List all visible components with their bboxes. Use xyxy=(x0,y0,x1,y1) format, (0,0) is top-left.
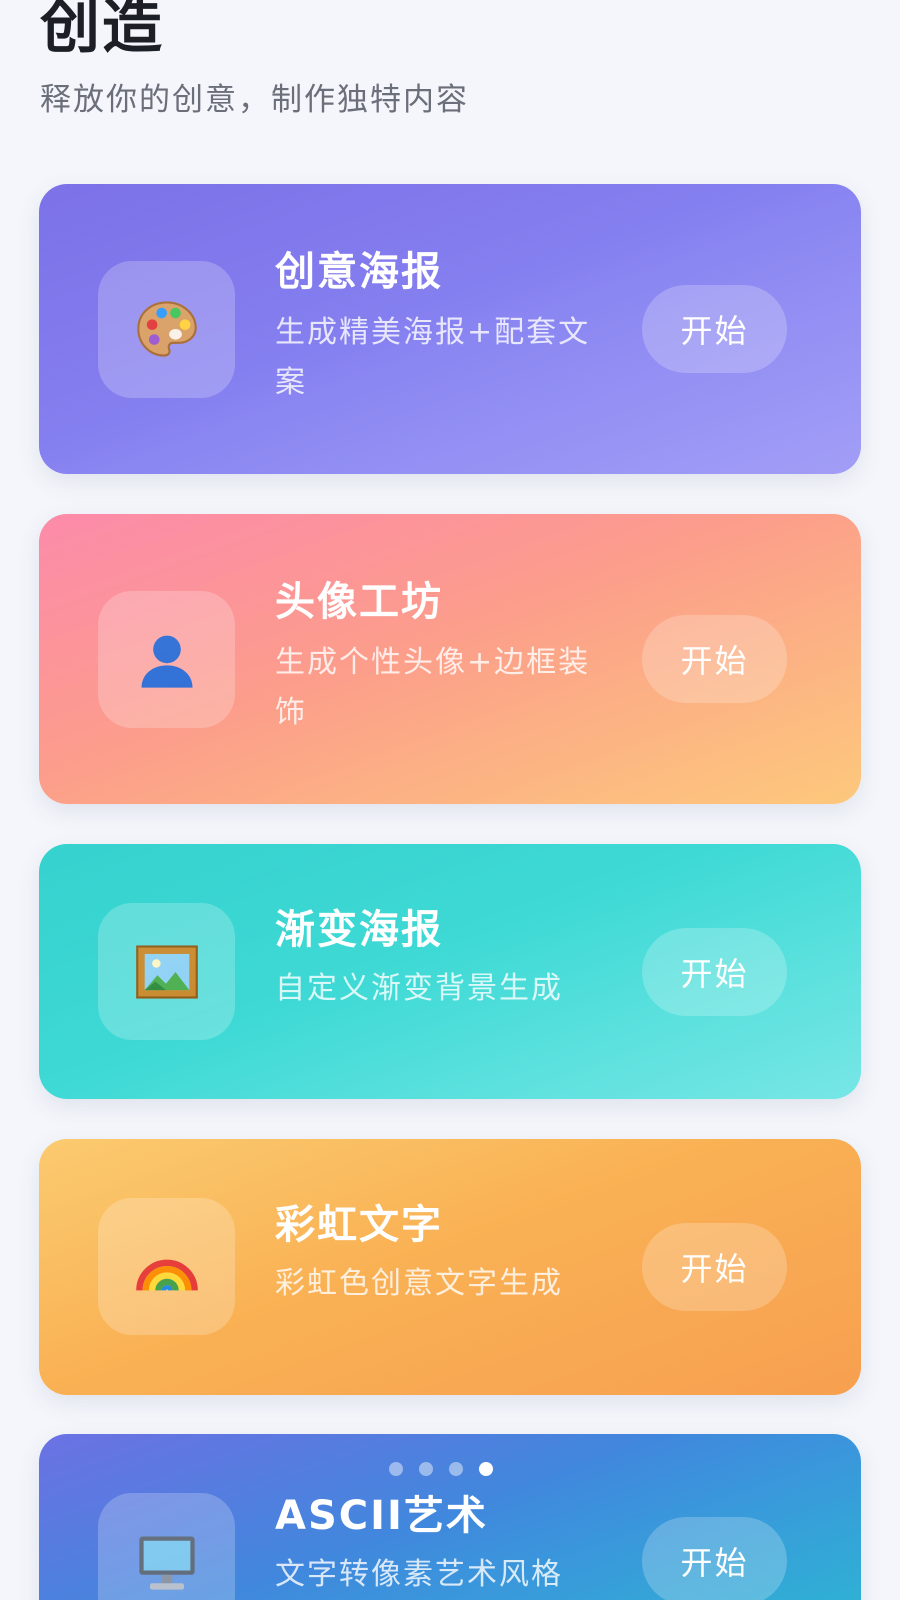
card-rainbow-text[interactable]: 彩虹文字 彩虹色创意文字生成 开始 xyxy=(39,1139,861,1395)
page-subtitle: 释放你的创意，制作独特内容 xyxy=(40,82,469,118)
card-gradient-poster[interactable]: 渐变海报 自定义渐变背景生成 开始 xyxy=(39,844,861,1099)
card-description: 生成个性头像+边框装饰 xyxy=(275,645,591,730)
card-creative-poster[interactable]: 创意海报 生成精美海报+配套文案 开始 xyxy=(39,184,861,474)
carousel-dot[interactable] xyxy=(419,1462,433,1476)
card-icon-box xyxy=(98,1493,235,1600)
card-title: 彩虹文字 xyxy=(275,1202,443,1248)
card-title: 渐变海报 xyxy=(275,907,443,953)
card-description: 生成精美海报+配套文案 xyxy=(275,315,591,400)
start-button[interactable]: 开始 xyxy=(642,1223,787,1311)
card-icon-box xyxy=(98,261,235,398)
desktop-computer-icon xyxy=(133,1528,201,1596)
card-ascii-art[interactable]: ASCII艺术 文字转像素艺术风格 开始 xyxy=(39,1434,861,1600)
carousel-dot-active[interactable] xyxy=(479,1462,493,1476)
card-icon-box xyxy=(98,1198,235,1335)
start-button[interactable]: 开始 xyxy=(642,928,787,1016)
card-description: 文字转像素艺术风格 xyxy=(275,1557,563,1592)
create-page: 创造 释放你的创意，制作独特内容 创意海报 生成精美海报+配套文案 开始 头像工… xyxy=(0,0,900,1600)
carousel-indicator xyxy=(389,1462,493,1476)
card-avatar-workshop[interactable]: 头像工坊 生成个性头像+边框装饰 开始 xyxy=(39,514,861,804)
carousel-dot[interactable] xyxy=(449,1462,463,1476)
rainbow-icon xyxy=(133,1233,201,1301)
card-title: ASCII艺术 xyxy=(275,1493,488,1539)
card-icon-box xyxy=(98,903,235,1040)
start-button[interactable]: 开始 xyxy=(642,615,787,703)
card-description: 彩虹色创意文字生成 xyxy=(275,1266,563,1301)
framed-picture-icon xyxy=(133,938,201,1006)
page-title: 创造 xyxy=(40,0,164,62)
card-description: 自定义渐变背景生成 xyxy=(275,971,563,1006)
card-title: 头像工坊 xyxy=(275,579,443,625)
start-button[interactable]: 开始 xyxy=(642,1517,787,1600)
user-silhouette-icon xyxy=(133,626,201,694)
start-button[interactable]: 开始 xyxy=(642,285,787,373)
card-icon-box xyxy=(98,591,235,728)
carousel-dot[interactable] xyxy=(389,1462,403,1476)
palette-icon xyxy=(133,296,201,364)
card-title: 创意海报 xyxy=(275,249,443,295)
